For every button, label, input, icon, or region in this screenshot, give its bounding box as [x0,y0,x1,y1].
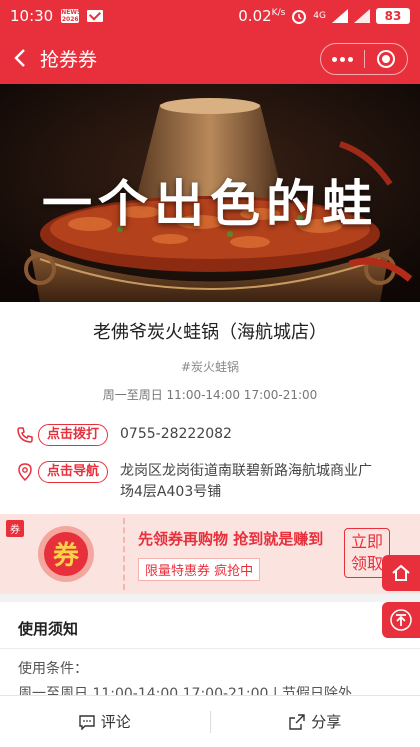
signal-icon [332,9,348,23]
comment-label: 评论 [100,713,131,731]
status-time: 10:30 [10,7,54,25]
store-hours: 周一至周日 11:00-14:00 17:00-21:00 [102,388,318,402]
banner-slogan: 一个出色的蛙 [42,174,378,233]
mail-icon [87,10,104,22]
comment-icon [79,714,95,730]
coupon-badge-icon: 券 [38,526,94,582]
net-speed: 0.02K/s [238,7,286,25]
store-banner-image: 一个出色的蛙 [0,84,420,302]
phone-row: 点击拨打 0755-28222082 [16,424,232,446]
coupon-headline: 先领券再购物 抢到就是赚到 [138,530,324,548]
target-icon [376,50,395,68]
share-icon [289,713,305,730]
phone-icon [16,424,34,446]
close-mini-program-button[interactable] [365,50,407,68]
page-title: 抢券券 [40,48,98,71]
alarm-icon [292,10,307,24]
store-name: 老佛爷炭火蛙锅（海航城店） [93,322,327,343]
notes-condition-label: 使用条件： [18,661,88,677]
bottom-action-bar: 评论 分享 [0,695,420,747]
home-button[interactable] [382,555,420,591]
arrow-up-icon [390,609,412,631]
more-menu-button[interactable] [321,56,364,62]
chevron-left-icon [14,49,25,67]
location-pin-icon [16,461,34,483]
store-address: 龙岗区龙岗街道南联碧新路海航城商业广场4层A403号铺 [120,463,373,500]
notes-title: 使用须知 [18,620,79,638]
share-label: 分享 [311,713,342,731]
coupon-subtitle: 限量特惠券 疯抢中 [138,558,261,581]
mini-program-capsule [320,43,408,75]
back-to-top-button[interactable] [382,602,420,638]
battery-icon: 83 [376,8,410,24]
status-bar: 10:30 NEWS 2026 0.02K/s 4G 83 [0,0,420,32]
comment-button[interactable]: 评论 [0,711,210,732]
svg-text:券: 券 [53,541,80,571]
navigate-button[interactable]: 点击导航 [38,461,109,483]
store-phone[interactable]: 0755-28222082 [120,424,232,445]
coupon-tag: 券 [6,520,24,537]
home-icon [392,564,410,581]
signal-icon-2 [354,9,370,23]
share-button[interactable]: 分享 [211,711,420,732]
call-button[interactable]: 点击拨打 [38,424,109,446]
nav-bar: 抢券券 [0,32,420,84]
coupon-card[interactable]: 券 券 先领券再购物 抢到就是赚到 限量特惠券 疯抢中 立即领取 [0,514,420,594]
store-category-tag[interactable]: #炭火蛙锅 [0,358,420,375]
news-app-icon: NEWS 2026 [61,9,82,23]
network-type: 4G [313,11,326,21]
back-button[interactable] [0,32,40,84]
address-row: 点击导航 龙岗区龙岗街道南联碧新路海航城商业广场4层A403号铺 [16,461,382,503]
